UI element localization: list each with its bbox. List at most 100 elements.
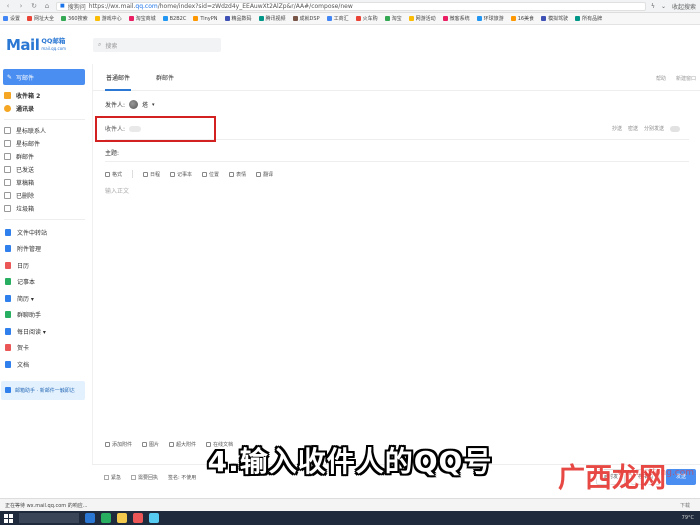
lightning-icon[interactable]: ϟ xyxy=(651,3,655,10)
bookmark-icon xyxy=(162,16,168,21)
bookmark-label: 工商汇 xyxy=(333,16,349,22)
toolbar-label: 位置 xyxy=(209,171,220,178)
sidebar-item-contacts[interactable]: 通讯录 xyxy=(0,102,91,115)
toolbar-label: 日程 xyxy=(150,171,161,178)
bookmark-item[interactable]: 微客系统 xyxy=(442,15,470,22)
sidebar-item-folder[interactable]: 草稿箱 xyxy=(0,176,91,189)
separate-send-toggle[interactable] xyxy=(670,125,681,132)
mail-assistant-banner[interactable]: 邮箱助手 · 新邮件一触即达 xyxy=(1,380,85,400)
bcc-link[interactable]: 密送 xyxy=(628,125,638,132)
sidebar-item-app[interactable]: 日历 xyxy=(0,257,91,274)
subject-row[interactable]: 主题: xyxy=(105,148,119,157)
sidebar-item-app[interactable]: 简历 ▾ xyxy=(0,290,91,307)
app-icon xyxy=(5,294,11,302)
toolbar-button[interactable]: 表情 xyxy=(229,170,246,178)
sidebar-item-app[interactable]: 每日阅读 ▾ xyxy=(0,323,91,340)
toolbar-label: 表情 xyxy=(236,171,247,178)
bookmark-label: 微客系统 xyxy=(449,16,470,22)
browser-app-icon[interactable] xyxy=(85,513,95,523)
forward-icon[interactable]: › xyxy=(17,2,25,10)
windows-start-icon[interactable] xyxy=(4,513,13,523)
sidebar-item-app[interactable]: 贺卡 xyxy=(0,340,91,357)
taskbar-search[interactable] xyxy=(19,513,79,523)
system-tray: 79°C xyxy=(681,515,694,521)
bookmark-item[interactable]: 工商汇 xyxy=(326,15,349,22)
sidebar: ✎ 写邮件 收件箱 2 通讯录 星标联系人 星标邮件群邮件已发送 草稿箱已删除垃圾箱… xyxy=(0,64,91,489)
download-label[interactable]: 下载 xyxy=(680,502,700,509)
compose-button[interactable]: ✎ 写邮件 xyxy=(3,69,85,85)
new-window-link[interactable]: 新建窗口 xyxy=(676,75,696,82)
chevron-down-icon[interactable]: ⌄ xyxy=(661,3,666,10)
cc-link[interactable]: 抄送 xyxy=(612,125,622,132)
sidebar-item-folder[interactable]: 星标邮件 xyxy=(0,137,91,150)
bookmark-item[interactable]: 网游活动 xyxy=(408,15,436,22)
sidebar-item-inbox[interactable]: 收件箱 2 xyxy=(0,89,91,102)
sidebar-item-label: 已删除 xyxy=(16,193,35,200)
qq-mail-logo[interactable]: Mail QQ邮箱 mail.qq.com xyxy=(0,36,90,54)
toolbar-button[interactable]: 位置 xyxy=(202,170,219,178)
bookmark-item[interactable]: 16美食 xyxy=(510,15,534,22)
bookmark-icon xyxy=(258,16,264,21)
sidebar-item-folder[interactable]: 已删除 xyxy=(0,189,91,202)
bookmark-item[interactable]: 所有品牌 xyxy=(575,15,602,22)
bookmark-item[interactable]: 火车购 xyxy=(355,15,378,22)
bookmark-item[interactable]: 淘宝 xyxy=(384,15,402,22)
bookmark-item[interactable]: 精品数码 xyxy=(224,15,252,22)
sidebar-item-folder[interactable]: 已发送 xyxy=(0,163,91,176)
toolbar-button[interactable]: 记事本 xyxy=(170,170,192,178)
avatar xyxy=(129,100,139,109)
bookmark-icon xyxy=(476,16,482,21)
draft-icon xyxy=(4,179,11,186)
tab-normal-mail[interactable]: 普通邮件 xyxy=(104,73,132,91)
address-bar[interactable]: ■ 搜狗问 https://wx.mail. qq.com/home/index?… xyxy=(56,1,646,11)
sidebar-item-app[interactable]: 文档 xyxy=(0,356,91,373)
edge-app-icon[interactable] xyxy=(149,513,159,523)
sidebar-item-app[interactable]: 附件管理 xyxy=(0,241,91,258)
bookmark-item[interactable]: 网址大全 xyxy=(27,15,54,22)
sidebar-item-folder[interactable]: 星标联系人 xyxy=(0,124,91,137)
tab-group-mail[interactable]: 群邮件 xyxy=(156,73,174,90)
bookmark-item[interactable]: 腾讯视频 xyxy=(258,15,286,22)
app-icon xyxy=(5,245,11,253)
bookmark-item[interactable]: 设置 xyxy=(3,15,20,22)
home-icon[interactable]: ⌂ xyxy=(43,2,51,10)
sender-name[interactable]: 塔 xyxy=(142,100,148,109)
bookmark-item[interactable]: 成就DSP xyxy=(292,15,320,22)
search-input[interactable]: ⌕ 搜索 xyxy=(93,38,221,52)
sidebar-item-folder[interactable]: 群邮件 xyxy=(0,150,91,163)
logo-mail-text: Mail xyxy=(6,36,40,54)
app-icon xyxy=(5,360,11,368)
video-app-icon[interactable] xyxy=(133,513,143,523)
reload-icon[interactable]: ↻ xyxy=(30,2,38,10)
toolbar-button[interactable]: 日程 xyxy=(143,170,160,178)
bookmark-item[interactable]: 模拟驾驶 xyxy=(541,15,568,22)
bookmark-item[interactable]: B2B2C xyxy=(162,16,186,22)
bookmark-icon xyxy=(128,16,134,21)
bookmark-item[interactable]: 淘宝商城 xyxy=(128,15,156,22)
windows-taskbar: 79°C xyxy=(0,511,700,525)
bookmark-item[interactable]: 360搜索 xyxy=(61,15,88,22)
sidebar-item-label: 群邮件 xyxy=(16,154,35,161)
help-link[interactable]: 帮助 xyxy=(656,75,666,82)
collapse-search[interactable]: 收起搜索 xyxy=(672,2,696,11)
bookmark-label: 精品数码 xyxy=(231,16,252,22)
sidebar-item-folder[interactable]: 垃圾箱 xyxy=(0,202,91,215)
sidebar-item-app[interactable]: 记事本 xyxy=(0,274,91,291)
chevron-down-icon[interactable]: ▾ xyxy=(152,102,155,108)
bookmark-item[interactable]: 游戏中心 xyxy=(94,15,122,22)
bookmark-icon xyxy=(94,16,100,21)
sidebar-item-app[interactable]: 群聊助手 xyxy=(0,307,91,324)
toolbar-button[interactable]: 格式 xyxy=(105,170,122,178)
compose-tabs: 普通邮件 群邮件 帮助 新建窗口 xyxy=(93,64,700,91)
folder-app-icon[interactable] xyxy=(117,513,127,523)
wechat-app-icon[interactable] xyxy=(101,513,111,523)
sidebar-item-app[interactable]: 文件中转站 xyxy=(0,224,91,241)
back-icon[interactable]: ‹ xyxy=(4,2,12,10)
bookmark-icon xyxy=(326,16,332,21)
toolbar-button[interactable]: 翻译 xyxy=(256,170,273,178)
bookmark-label: 成就DSP xyxy=(299,16,320,22)
url-prefix: https://wx.mail. xyxy=(88,2,136,10)
bookmark-item[interactable]: TinyPN xyxy=(193,16,218,22)
bookmark-item[interactable]: 环球旅游 xyxy=(476,15,504,22)
body-editor[interactable]: 输入正文 xyxy=(105,186,129,195)
